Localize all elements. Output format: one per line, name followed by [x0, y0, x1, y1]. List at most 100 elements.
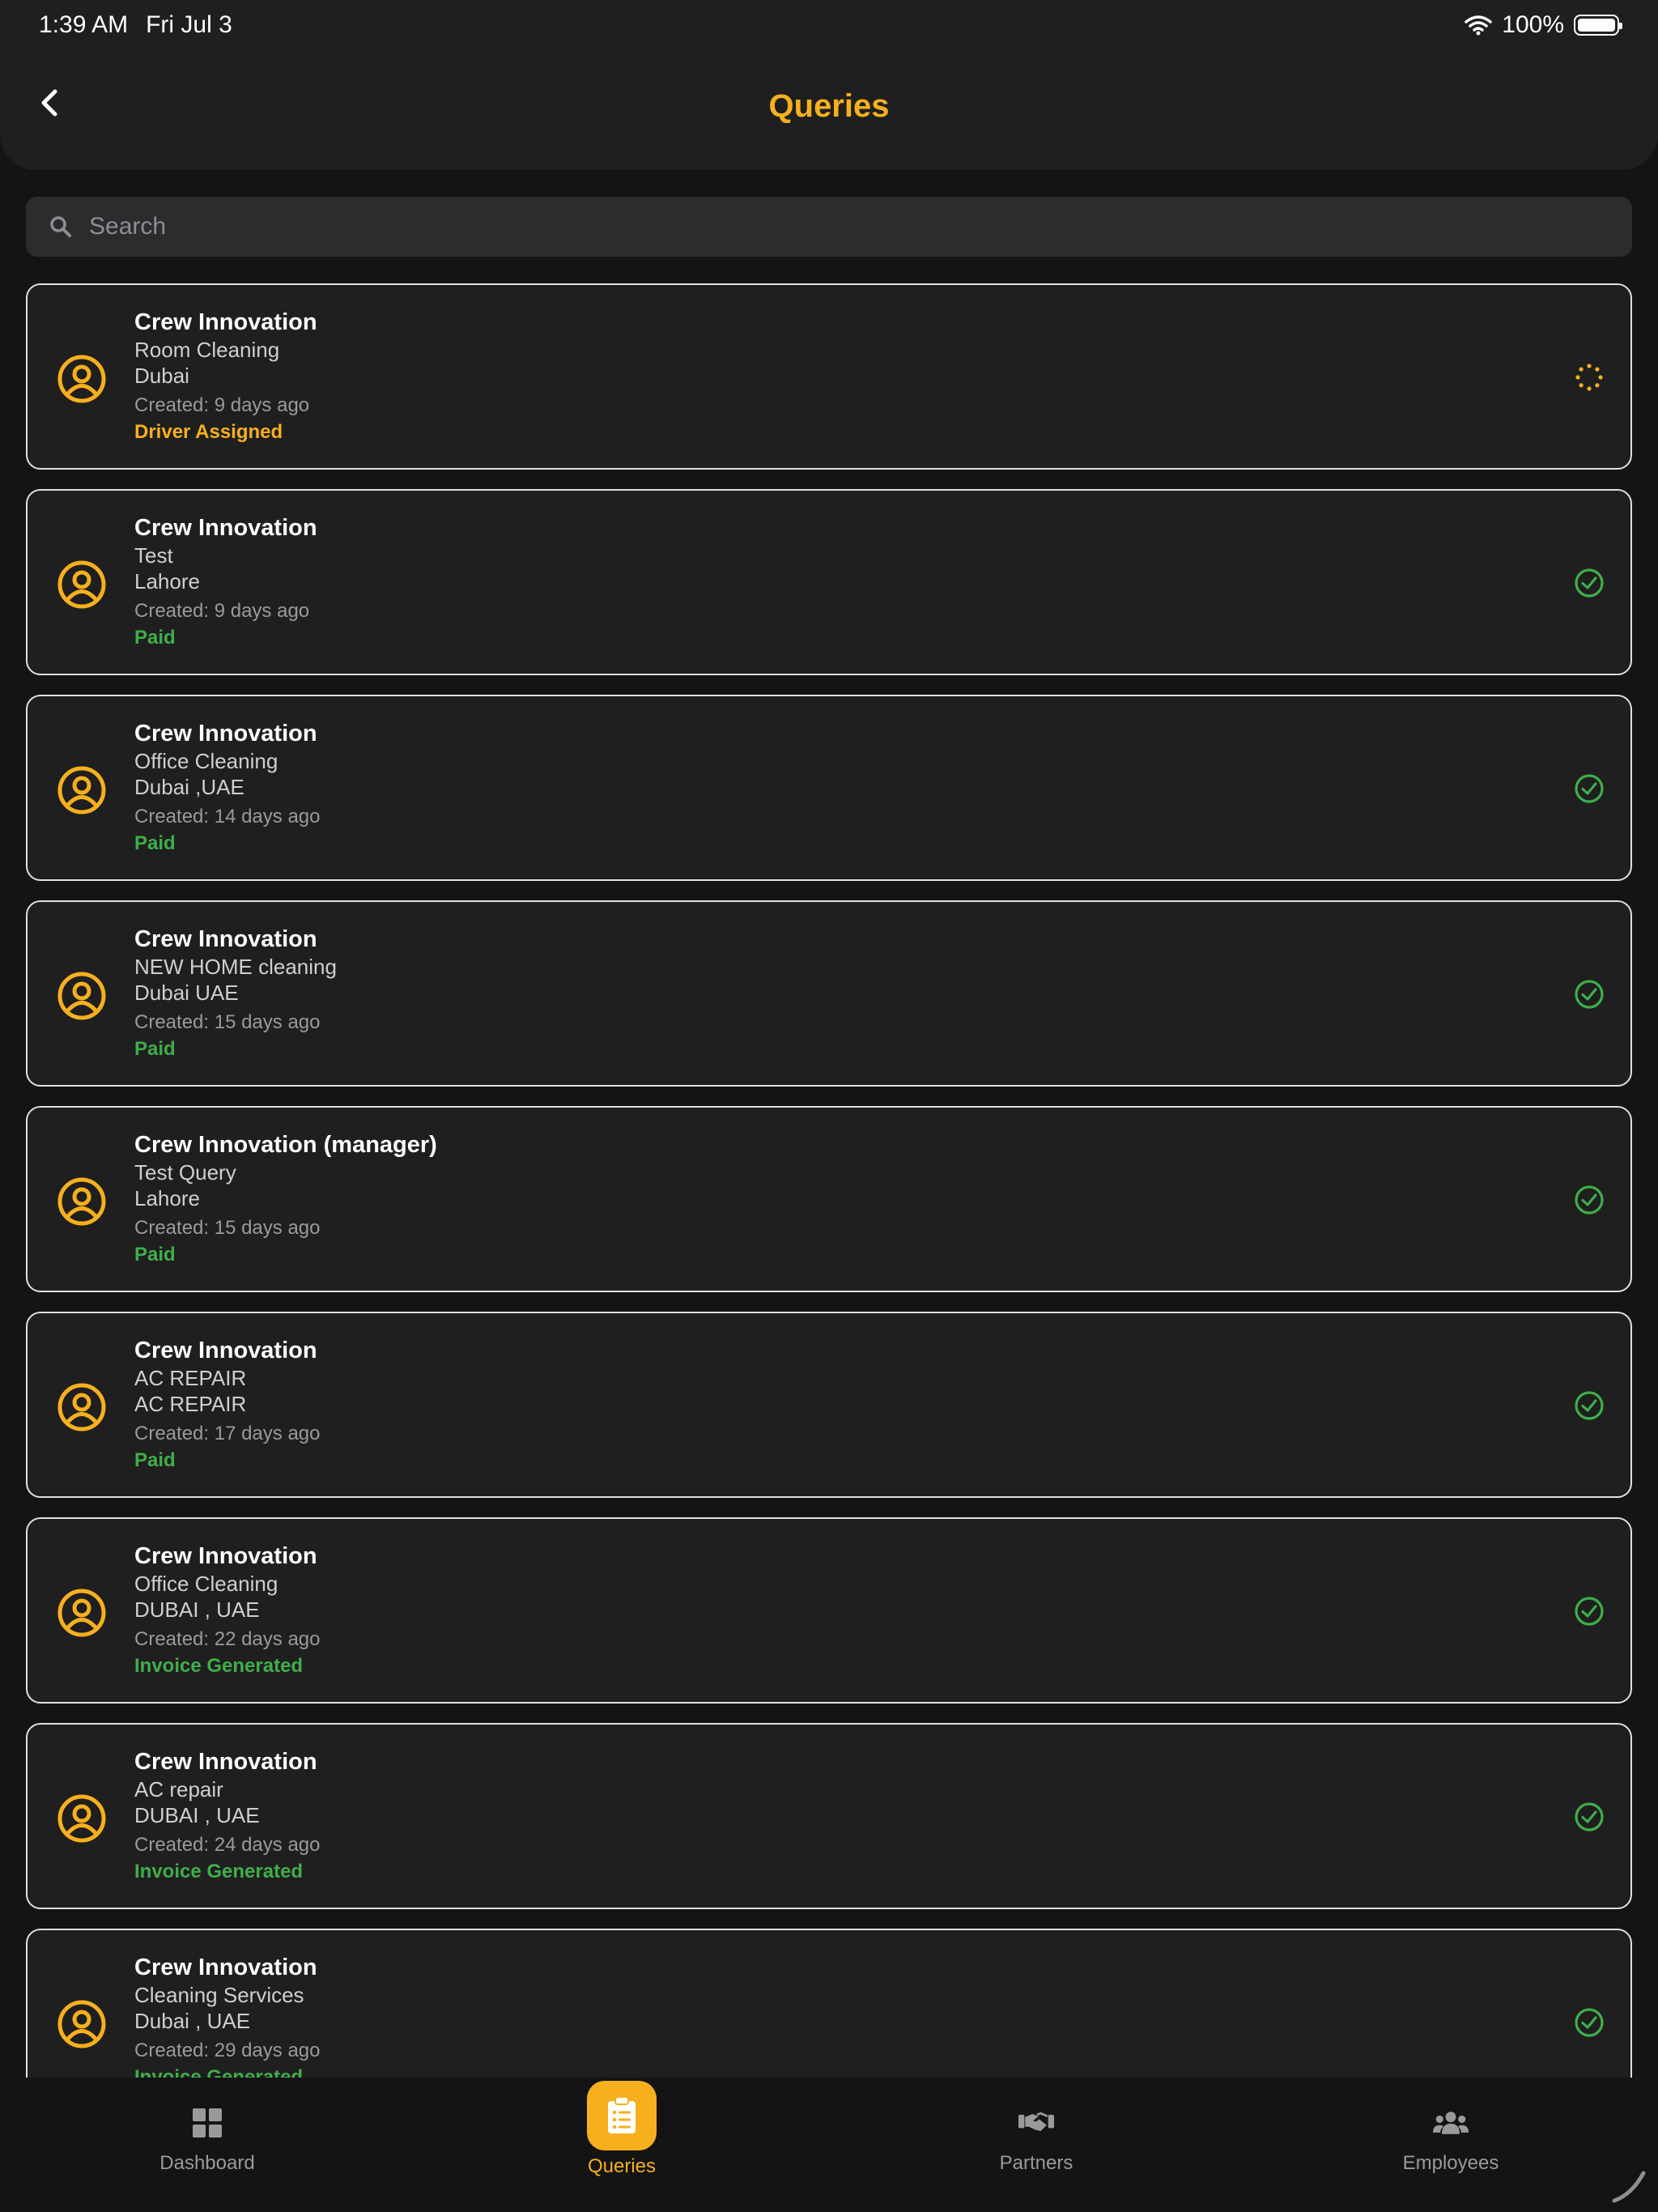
- query-service: Room Cleaning: [134, 338, 280, 362]
- query-service: Cleaning Services: [134, 1983, 304, 2007]
- tab-employees[interactable]: Employees: [1244, 2078, 1658, 2212]
- query-service: Test Query: [134, 1160, 236, 1185]
- check-circle-icon: [1574, 1185, 1605, 1215]
- query-service: NEW HOME cleaning: [134, 955, 337, 979]
- user-circle-icon: [57, 1589, 106, 1637]
- tab-label: Employees: [1402, 2152, 1499, 2174]
- tab-partners[interactable]: Partners: [829, 2078, 1244, 2212]
- spinner-icon: [1574, 362, 1605, 393]
- query-client-name: Crew Innovation (manager): [134, 1132, 437, 1158]
- users-icon: [1433, 2112, 1469, 2134]
- query-client-name: Crew Innovation: [134, 1338, 317, 1363]
- status-bar: 1:39 AM Fri Jul 3 100%: [0, 0, 1658, 50]
- query-location: AC REPAIR: [134, 1392, 247, 1416]
- query-card[interactable]: Crew Innovation Test Lahore Created: 9 d…: [26, 489, 1632, 675]
- query-status: Invoice Generated: [134, 1861, 304, 1882]
- query-client-name: Crew Innovation: [134, 721, 317, 747]
- page-title: Queries: [768, 87, 890, 124]
- user-circle-icon: [57, 355, 106, 403]
- query-status: Invoice Generated: [134, 2066, 304, 2078]
- tab-queries[interactable]: Queries: [414, 2078, 829, 2212]
- query-created: Created: 15 days ago: [134, 1011, 321, 1033]
- tab-dashboard[interactable]: Dashboard: [0, 2078, 414, 2212]
- check-circle-icon: [1574, 2007, 1605, 2038]
- check-circle-icon: [1574, 979, 1605, 1010]
- query-location: Dubai UAE: [134, 981, 239, 1005]
- wifi-icon: [1465, 15, 1493, 36]
- query-location: Dubai , UAE: [134, 2009, 251, 2033]
- query-created: Created: 9 days ago: [134, 600, 310, 622]
- search-input[interactable]: [89, 213, 1609, 240]
- query-card[interactable]: Crew Innovation Room Cleaning Dubai Crea…: [26, 283, 1632, 470]
- query-card[interactable]: Crew Innovation Office Cleaning DUBAI , …: [26, 1517, 1632, 1704]
- user-circle-icon: [57, 1383, 106, 1431]
- query-card[interactable]: Crew Innovation (manager) Test Query Lah…: [26, 1106, 1632, 1292]
- user-circle-icon: [57, 1177, 106, 1226]
- query-status: Driver Assigned: [134, 421, 283, 443]
- query-service: AC repair: [134, 1777, 223, 1802]
- query-card[interactable]: Crew Innovation NEW HOME cleaning Dubai …: [26, 900, 1632, 1087]
- query-location: DUBAI , UAE: [134, 1597, 260, 1622]
- status-date: Fri Jul 3: [146, 11, 232, 38]
- query-location: DUBAI , UAE: [134, 1803, 260, 1827]
- query-client-name: Crew Innovation: [134, 309, 317, 335]
- query-location: Lahore: [134, 569, 200, 593]
- query-service: Office Cleaning: [134, 1572, 278, 1596]
- query-status: Paid: [134, 1449, 176, 1471]
- check-circle-icon: [1574, 568, 1605, 598]
- user-circle-icon: [57, 972, 106, 1020]
- query-created: Created: 15 days ago: [134, 1217, 321, 1239]
- query-status: Paid: [134, 1244, 176, 1266]
- query-service: Office Cleaning: [134, 749, 278, 773]
- query-client-name: Crew Innovation: [134, 515, 317, 541]
- user-circle-icon: [57, 560, 106, 609]
- query-card[interactable]: Crew Innovation Office Cleaning Dubai ,U…: [26, 695, 1632, 881]
- query-client-name: Crew Innovation: [134, 1543, 317, 1569]
- query-client-name: Crew Innovation: [134, 926, 317, 952]
- query-status: Paid: [134, 832, 176, 854]
- battery-icon: [1574, 15, 1622, 36]
- query-created: Created: 29 days ago: [134, 2040, 321, 2061]
- user-circle-icon: [57, 766, 106, 815]
- query-created: Created: 24 days ago: [134, 1834, 321, 1856]
- back-button[interactable]: [29, 83, 70, 123]
- query-created: Created: 9 days ago: [134, 394, 310, 416]
- battery-percent: 100%: [1502, 11, 1564, 38]
- query-service: Test: [134, 543, 173, 568]
- query-location: Dubai ,UAE: [134, 775, 244, 799]
- query-status: Invoice Generated: [134, 1655, 304, 1677]
- scroll-indicator: [1612, 2171, 1646, 2203]
- tab-label: Partners: [999, 2152, 1073, 2174]
- check-circle-icon: [1574, 1596, 1605, 1627]
- grid-icon: [193, 2108, 222, 2138]
- query-client-name: Crew Innovation: [134, 1749, 317, 1775]
- check-circle-icon: [1574, 773, 1605, 804]
- check-circle-icon: [1574, 1390, 1605, 1421]
- query-card[interactable]: Crew Innovation Cleaning Services Dubai …: [26, 1929, 1632, 2078]
- user-circle-icon: [57, 1794, 106, 1843]
- query-created: Created: 22 days ago: [134, 1628, 321, 1650]
- header-bar: Queries: [0, 50, 1658, 170]
- query-card[interactable]: Crew Innovation AC repair DUBAI , UAE Cr…: [26, 1723, 1632, 1909]
- query-status: Paid: [134, 627, 176, 649]
- clipboard-icon: [608, 2096, 636, 2133]
- query-service: AC REPAIR: [134, 1366, 247, 1390]
- search-bar[interactable]: [26, 197, 1632, 257]
- status-time: 1:39 AM: [39, 11, 129, 38]
- search-icon: [50, 216, 71, 237]
- query-status: Paid: [134, 1038, 176, 1060]
- handshake-icon: [1018, 2112, 1054, 2132]
- check-circle-icon: [1574, 1802, 1605, 1832]
- query-client-name: Crew Innovation: [134, 1955, 317, 1980]
- query-location: Dubai: [134, 364, 189, 388]
- tab-label: Dashboard: [159, 2152, 255, 2174]
- query-location: Lahore: [134, 1186, 200, 1210]
- query-list[interactable]: Crew Innovation Room Cleaning Dubai Crea…: [26, 283, 1632, 2078]
- query-card[interactable]: Crew Innovation AC REPAIR AC REPAIR Crea…: [26, 1312, 1632, 1498]
- query-created: Created: 17 days ago: [134, 1423, 321, 1444]
- tab-bar: Dashboard Queries Partners Employees: [0, 2078, 1658, 2212]
- query-created: Created: 14 days ago: [134, 806, 321, 827]
- tab-label: Queries: [587, 2155, 657, 2177]
- chevron-left-icon: [41, 89, 57, 117]
- user-circle-icon: [57, 2000, 106, 2048]
